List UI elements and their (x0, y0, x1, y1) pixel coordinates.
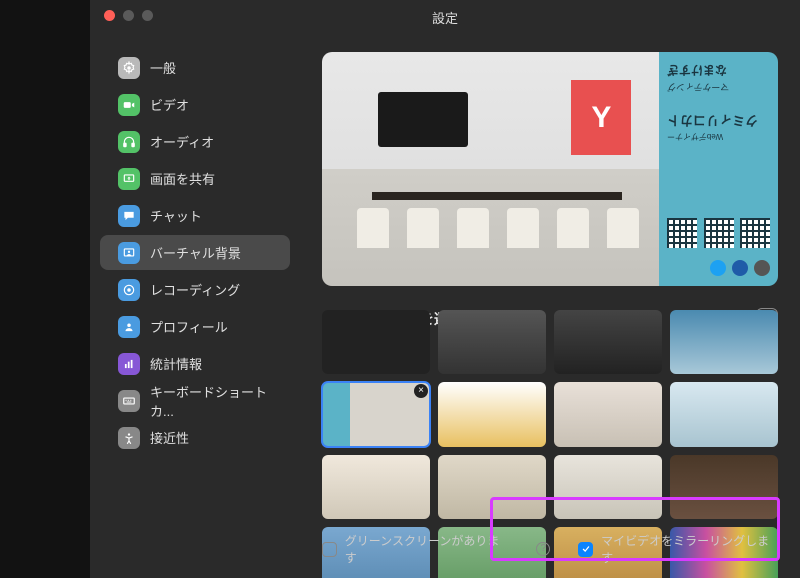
banner-sub: マーケティング (667, 81, 770, 94)
video-icon (118, 94, 140, 116)
record-icon (118, 279, 140, 301)
preview-tv (378, 92, 468, 147)
sidebar-item-general[interactable]: 一般 (100, 50, 290, 85)
bg-thumb[interactable] (322, 455, 430, 519)
banner-qr-row (667, 218, 770, 248)
settings-main: Y なまけすぎ マーケティング クミィリコカト Webデザイナー (300, 34, 800, 578)
banner-heading: なまけすぎ (667, 62, 770, 79)
banner-socials (710, 260, 770, 276)
chat-icon (118, 205, 140, 227)
twitter-icon (710, 260, 726, 276)
sidebar-item-accessibility[interactable]: 接近性 (100, 420, 290, 455)
qr-code-icon (667, 218, 697, 248)
headphones-icon (118, 131, 140, 153)
mirror-video-label: マイビデオをミラーリングします (601, 532, 778, 566)
sidebar-item-label: キーボードショートカ... (150, 382, 272, 420)
banner-role: Webデザイナー (667, 131, 770, 142)
facebook-icon (732, 260, 748, 276)
minimize-window-button[interactable] (123, 10, 134, 21)
mirror-video-checkbox[interactable]: マイビデオをミラーリングします (578, 532, 778, 566)
preview-banner: なまけすぎ マーケティング クミィリコカト Webデザイナー (659, 52, 778, 286)
share-screen-icon (118, 168, 140, 190)
preview-chair (457, 208, 489, 248)
bg-thumb[interactable] (438, 382, 546, 446)
profile-icon (118, 316, 140, 338)
sidebar-item-label: 統計情報 (150, 354, 202, 373)
green-screen-checkbox[interactable]: グリーンスクリーンがあります (322, 532, 508, 566)
sidebar-item-label: バーチャル背景 (150, 243, 241, 262)
link-icon (754, 260, 770, 276)
bg-thumb[interactable] (554, 382, 662, 446)
sidebar-item-label: ビデオ (150, 95, 189, 114)
preview-chair (507, 208, 539, 248)
bg-thumb-none[interactable]: なし (322, 310, 430, 374)
preview-room-scene: Y (322, 52, 659, 286)
sidebar-item-label: 接近性 (150, 428, 189, 447)
window-title: 設定 (432, 8, 458, 27)
sidebar-item-audio[interactable]: オーディオ (100, 124, 290, 159)
sidebar-item-video[interactable]: ビデオ (100, 87, 290, 122)
preview-poster: Y (571, 80, 631, 155)
bg-thumb[interactable] (670, 455, 778, 519)
zoom-window-button[interactable] (142, 10, 153, 21)
sidebar-item-profile[interactable]: プロフィール (100, 309, 290, 344)
checkbox-box (322, 542, 337, 557)
gear-icon (118, 57, 140, 79)
bottom-options: グリーンスクリーンがあります ? マイビデオをミラーリングします (322, 532, 778, 566)
bg-thumb[interactable] (438, 310, 546, 374)
bg-thumb[interactable] (554, 310, 662, 374)
sidebar-item-recording[interactable]: レコーディング (100, 272, 290, 307)
settings-sidebar: 一般 ビデオ オーディオ 画面を共有 チャット (90, 34, 300, 457)
window-controls (104, 10, 153, 21)
sidebar-item-chat[interactable]: チャット (100, 198, 290, 233)
sidebar-item-statistics[interactable]: 統計情報 (100, 346, 290, 381)
checkbox-box (578, 542, 593, 557)
bg-thumb[interactable] (670, 310, 778, 374)
bg-thumb[interactable] (670, 382, 778, 446)
preview-chair (557, 208, 589, 248)
preview-chair (357, 208, 389, 248)
close-window-button[interactable] (104, 10, 115, 21)
backdrop-icon (118, 242, 140, 264)
settings-window: 設定 一般 ビデオ オーディオ 画面を共有 (90, 0, 800, 578)
stats-icon (118, 353, 140, 375)
green-screen-help-button[interactable]: ? (536, 542, 550, 556)
banner-name: クミィリコカト (667, 112, 770, 131)
sidebar-item-virtual-background[interactable]: バーチャル背景 (100, 235, 290, 270)
app-left-gutter (0, 0, 90, 578)
preview-chair (407, 208, 439, 248)
titlebar: 設定 (90, 0, 800, 34)
green-screen-label: グリーンスクリーンがあります (345, 532, 509, 566)
sidebar-item-label: プロフィール (150, 317, 228, 336)
sidebar-item-share-screen[interactable]: 画面を共有 (100, 161, 290, 196)
sidebar-item-keyboard-shortcuts[interactable]: キーボードショートカ... (100, 383, 290, 418)
sidebar-item-label: チャット (150, 206, 202, 225)
sidebar-item-label: オーディオ (150, 132, 214, 151)
bg-thumb[interactable] (438, 455, 546, 519)
sidebar-item-label: レコーディング (150, 280, 240, 299)
qr-code-icon (740, 218, 770, 248)
preview-table (372, 192, 622, 200)
sidebar-item-label: 一般 (150, 58, 176, 77)
preview-chair (607, 208, 639, 248)
video-preview: Y なまけすぎ マーケティング クミィリコカト Webデザイナー (322, 52, 778, 286)
qr-code-icon (704, 218, 734, 248)
keyboard-icon (118, 390, 140, 412)
accessibility-icon (118, 427, 140, 449)
sidebar-item-label: 画面を共有 (150, 169, 215, 188)
bg-thumb[interactable] (554, 455, 662, 519)
bg-thumb-selected[interactable] (322, 382, 430, 446)
